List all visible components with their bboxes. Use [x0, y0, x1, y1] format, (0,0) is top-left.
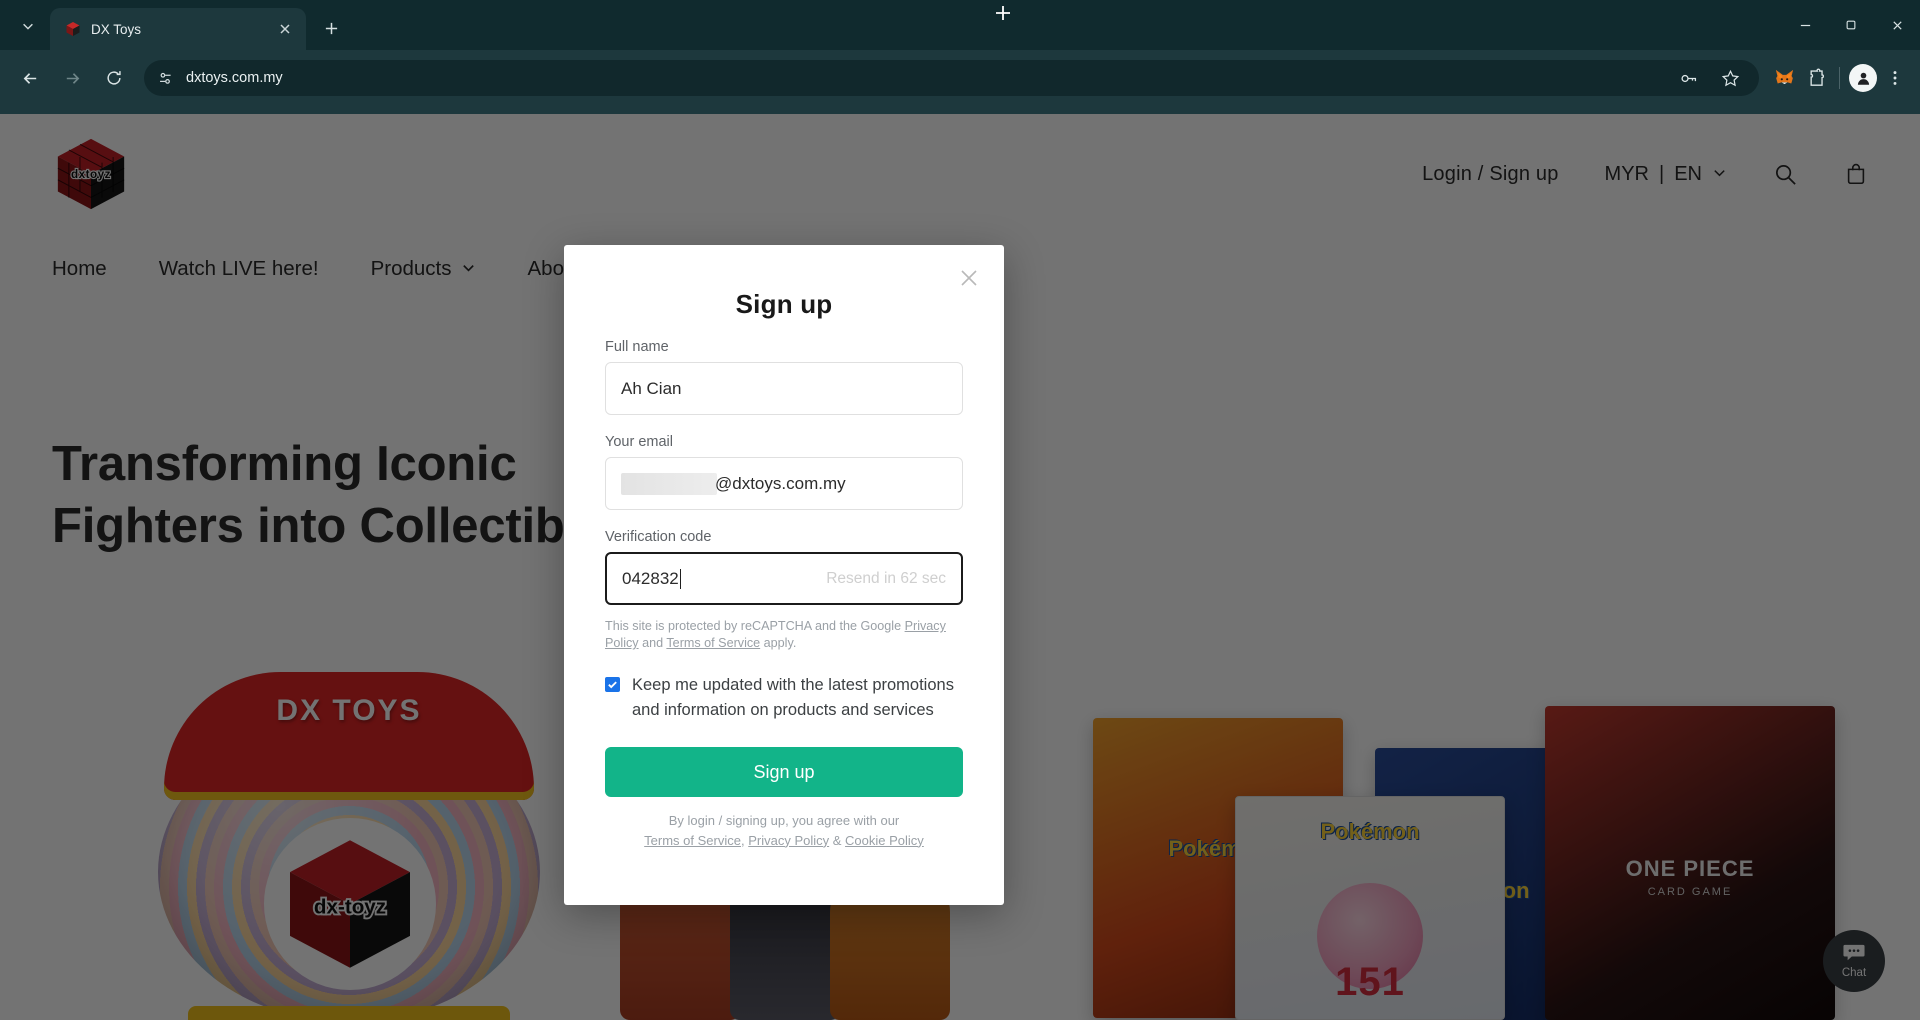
mouse-cursor	[994, 4, 1012, 27]
recaptcha-prefix: This site is protected by reCAPTCHA and …	[605, 619, 905, 633]
verification-code-label: Verification code	[605, 529, 712, 545]
email-input[interactable]: @dxtoys.com.my	[605, 457, 963, 510]
signup-submit-button[interactable]: Sign up	[605, 747, 963, 798]
toolbar-divider	[1839, 67, 1840, 89]
reload-icon[interactable]	[97, 61, 131, 95]
recaptcha-notice: This site is protected by reCAPTCHA and …	[605, 618, 963, 653]
privacy-policy-link[interactable]: Privacy Policy	[748, 833, 829, 848]
maximize-button[interactable]	[1828, 0, 1874, 50]
tab-close-icon[interactable]	[274, 18, 296, 40]
full-name-value: Ah Cian	[621, 378, 682, 398]
legal-amp: &	[829, 832, 846, 848]
metamask-fox-icon[interactable]	[1769, 63, 1799, 93]
tab-search-icon[interactable]	[10, 8, 46, 44]
browser-tab[interactable]: DX Toys	[50, 8, 306, 50]
browser-window: DX Toys dxtoys.com.my Sign up Full name …	[0, 0, 1920, 1020]
three-dot-menu-icon[interactable]	[1880, 63, 1910, 93]
browser-toolbar: dxtoys.com.my	[0, 50, 1920, 106]
legal-footer: By login / signing up, you agree with ou…	[605, 811, 963, 850]
page-viewport: dxtoyz Login / Sign up MYR | EN	[0, 114, 1920, 1020]
redacted-email-local-part	[621, 472, 717, 495]
verification-code-field-group: Verification code 042832 Resend in 62 se…	[605, 529, 963, 605]
close-window-button[interactable]	[1874, 0, 1920, 50]
new-tab-icon[interactable]	[314, 11, 348, 45]
recaptcha-mid: and	[638, 636, 667, 651]
dx-toys-cube-icon	[64, 21, 81, 38]
full-name-label: Full name	[605, 339, 669, 355]
marketing-optin-row[interactable]: Keep me updated with the latest promotio…	[605, 673, 963, 723]
recaptcha-suffix: apply.	[760, 636, 797, 651]
legal-line-1: By login / signing up, you agree with ou…	[668, 813, 900, 829]
full-name-field-group: Full name Ah Cian	[605, 339, 963, 415]
text-caret	[679, 568, 682, 589]
verification-code-input[interactable]: 042832 Resend in 62 sec	[605, 552, 963, 605]
bookmarks-strip	[0, 106, 1920, 114]
cookie-policy-link[interactable]: Cookie Policy	[845, 833, 924, 848]
bookmark-star-icon[interactable]	[1715, 63, 1745, 93]
close-icon[interactable]	[954, 263, 984, 293]
recaptcha-terms-link[interactable]: Terms of Service	[666, 636, 760, 650]
extensions-puzzle-icon[interactable]	[1801, 63, 1831, 93]
tab-strip: DX Toys	[0, 0, 1920, 50]
url-text: dxtoys.com.my	[186, 70, 283, 86]
forward-icon[interactable]	[55, 61, 89, 95]
minimize-button[interactable]	[1782, 0, 1828, 50]
modal-title: Sign up	[735, 289, 833, 319]
signup-modal: Sign up Full name Ah Cian Your email @dx…	[564, 245, 1004, 905]
marketing-optin-label: Keep me updated with the latest promotio…	[632, 675, 954, 719]
resend-countdown[interactable]: Resend in 62 sec	[826, 570, 946, 588]
full-name-input[interactable]: Ah Cian	[605, 362, 963, 415]
password-key-icon[interactable]	[1673, 63, 1703, 93]
window-controls	[1782, 0, 1920, 50]
email-label: Your email	[605, 434, 673, 450]
marketing-optin-checkbox[interactable]	[605, 676, 620, 692]
email-field-group: Your email @dxtoys.com.my	[605, 434, 963, 510]
tab-title: DX Toys	[91, 21, 142, 37]
back-icon[interactable]	[13, 61, 47, 95]
address-bar[interactable]: dxtoys.com.my	[144, 60, 1759, 96]
verification-code-value: 042832	[622, 568, 679, 588]
profile-avatar-icon[interactable]	[1848, 63, 1878, 93]
terms-of-service-link[interactable]: Terms of Service	[644, 833, 741, 848]
page-info-icon[interactable]	[152, 65, 178, 91]
email-domain-suffix: @dxtoys.com.my	[715, 473, 846, 493]
